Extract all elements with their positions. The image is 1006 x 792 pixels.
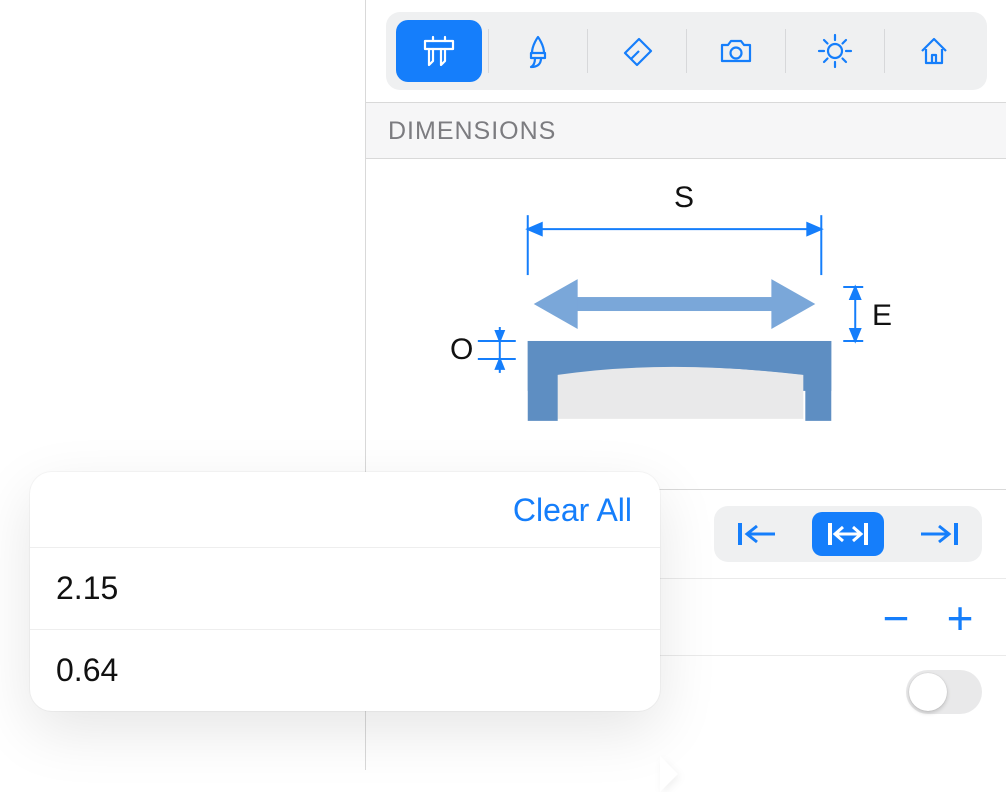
increment-button[interactable]: + <box>938 595 982 641</box>
house-icon <box>914 31 954 71</box>
alignment-segmented <box>714 506 982 562</box>
align-right-button[interactable] <box>902 512 974 556</box>
inspector-toolbar <box>386 12 987 90</box>
history-popover: Clear All 2.15 0.64 <box>30 472 660 711</box>
history-item[interactable]: 0.64 <box>30 630 660 711</box>
toolbar-separator <box>686 29 687 73</box>
sun-icon <box>815 31 855 71</box>
caliper-icon <box>419 31 459 71</box>
align-center-button[interactable] <box>812 512 884 556</box>
toolbar-separator <box>884 29 885 73</box>
snapshot-tab[interactable] <box>693 20 779 82</box>
dim-label-s: S <box>674 181 694 215</box>
toolbar-separator <box>785 29 786 73</box>
section-title: DIMENSIONS <box>388 117 556 145</box>
styles-tab[interactable] <box>495 20 581 82</box>
toolbar-separator <box>587 29 588 73</box>
lighting-tab[interactable] <box>792 20 878 82</box>
section-header: DIMENSIONS <box>366 102 1006 159</box>
align-right-icon <box>915 519 961 549</box>
dim-label-e: E <box>872 299 892 333</box>
decrement-button[interactable]: − <box>874 595 918 641</box>
eraser-icon <box>617 31 657 71</box>
align-center-icon <box>825 519 871 549</box>
align-left-button[interactable] <box>722 512 794 556</box>
dim-label-o: O <box>450 333 473 367</box>
eraser-tab[interactable] <box>594 20 680 82</box>
toolbar-separator <box>488 29 489 73</box>
toggle-knob <box>909 673 947 711</box>
history-item[interactable]: 2.15 <box>30 548 660 630</box>
dimensions-diagram: S E O <box>366 159 1006 489</box>
align-left-icon <box>735 519 781 549</box>
objects-toggle[interactable] <box>906 670 982 714</box>
scene-tab[interactable] <box>891 20 977 82</box>
dimensions-tab[interactable] <box>396 20 482 82</box>
brush-icon <box>518 31 558 71</box>
camera-icon <box>716 31 756 71</box>
toolbar-area <box>366 0 1006 102</box>
clear-all-button[interactable]: Clear All <box>513 492 632 529</box>
popover-header: Clear All <box>30 472 660 548</box>
